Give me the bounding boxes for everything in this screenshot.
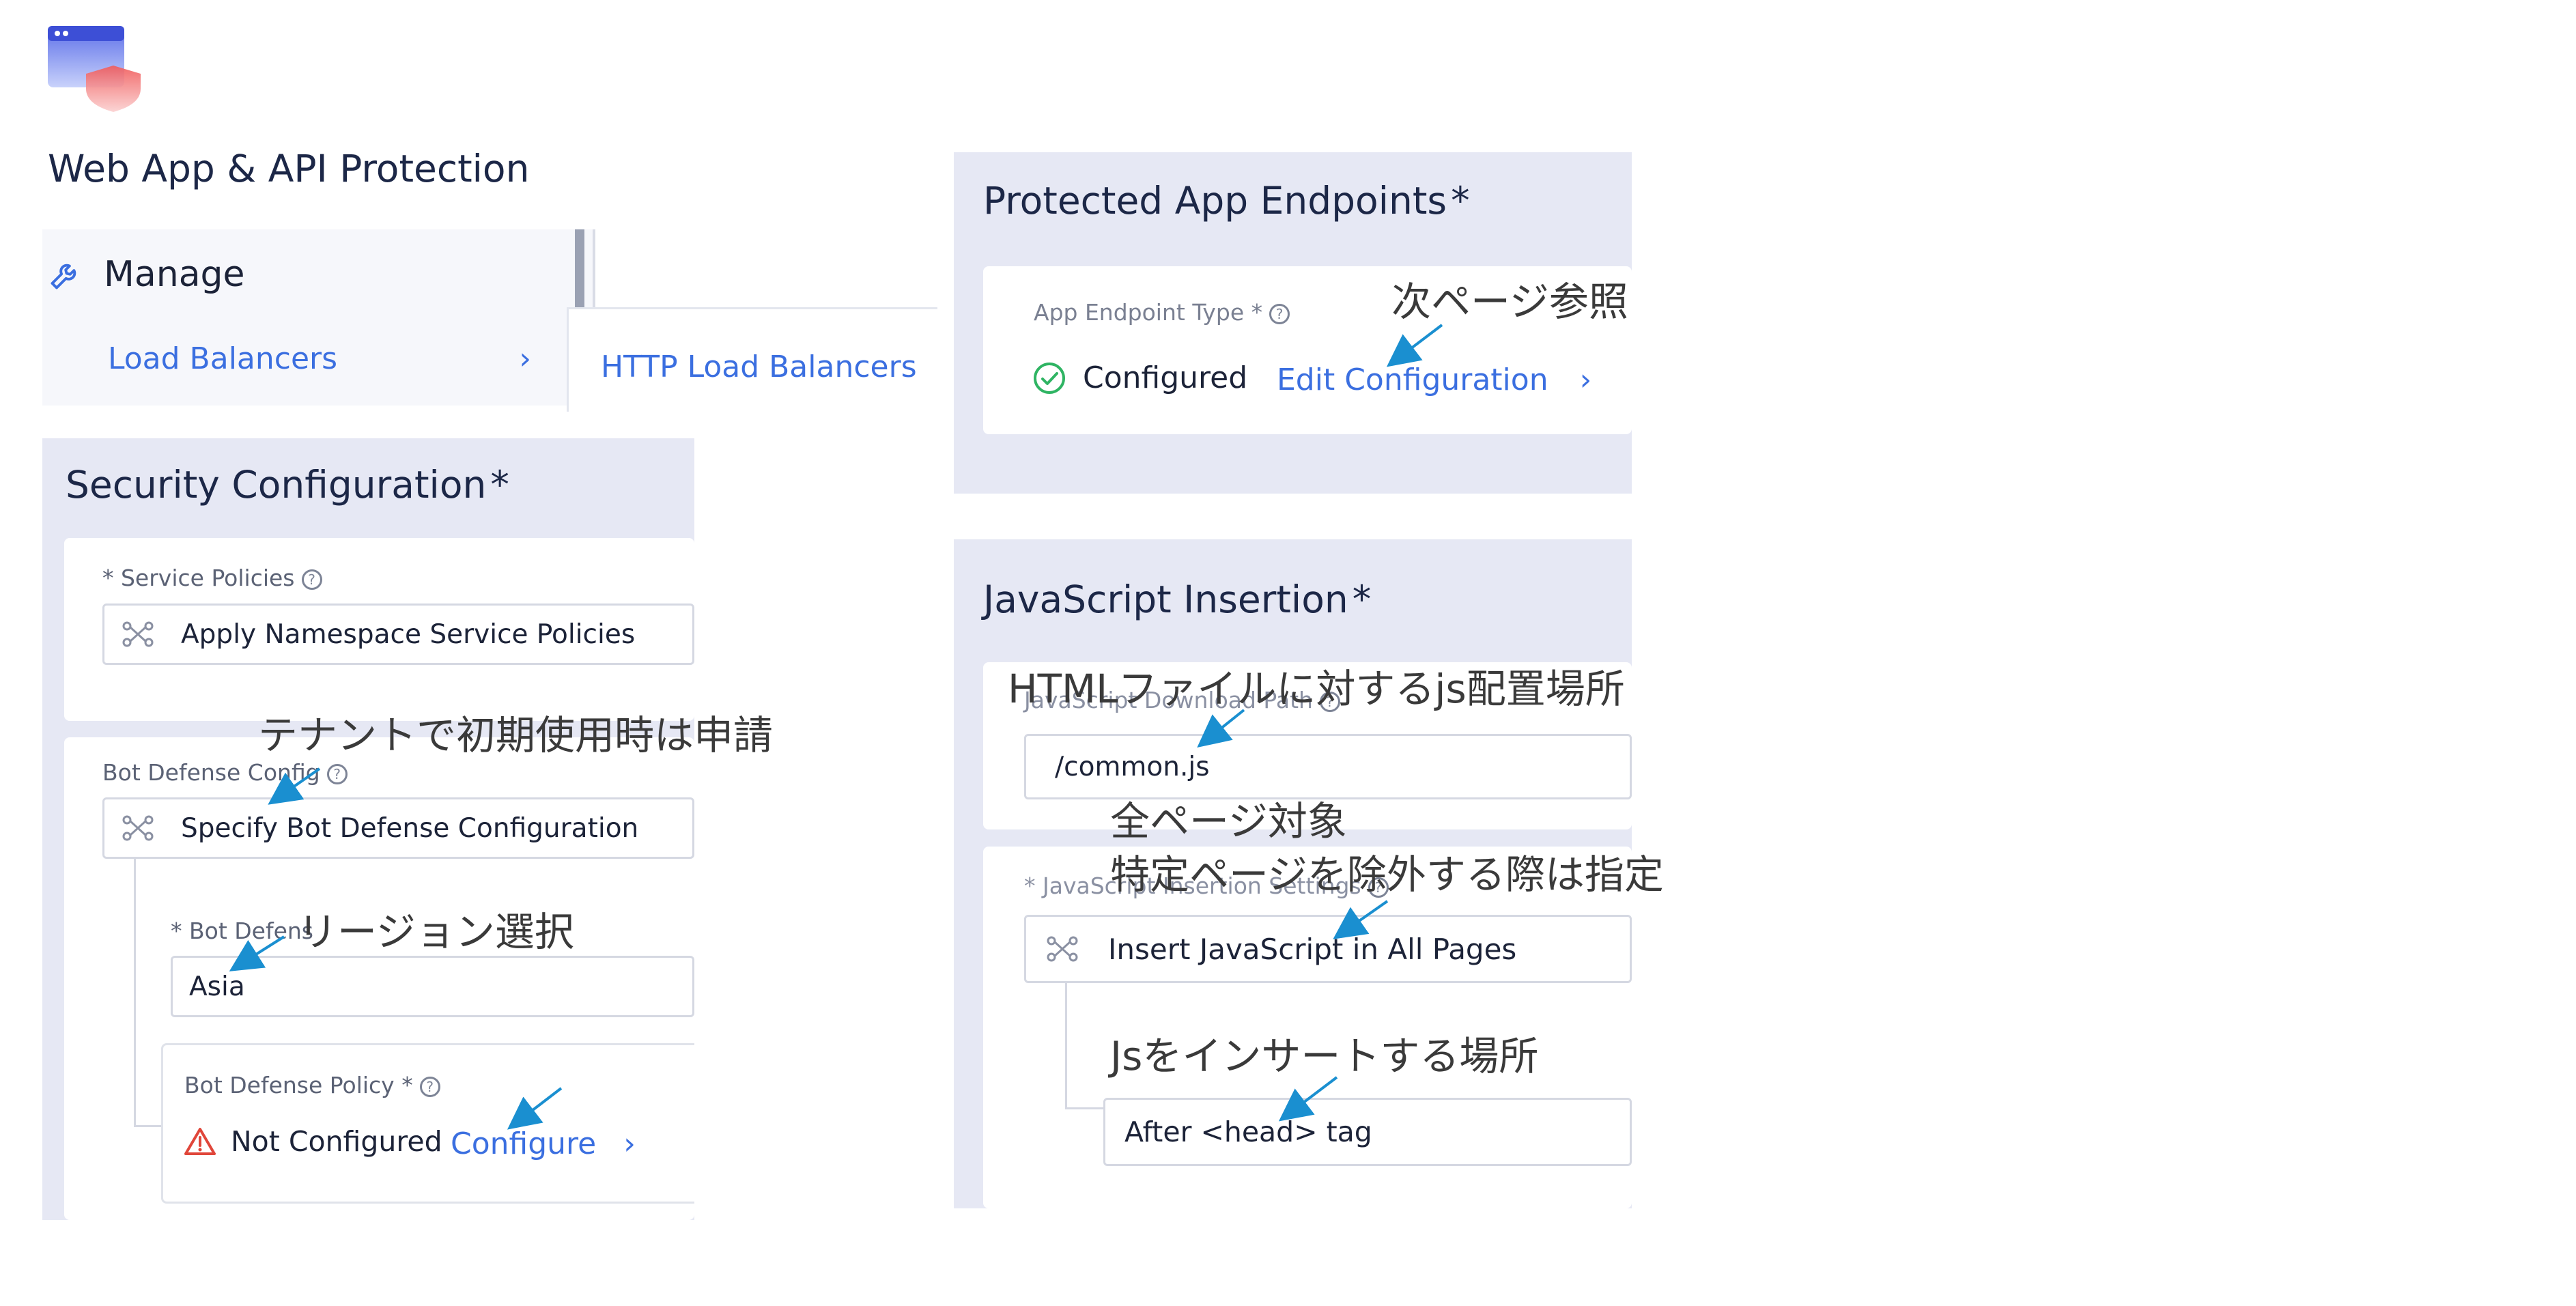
- arrow-region-select: [229, 935, 285, 971]
- callout-arrows: [229, 324, 1443, 1130]
- arrow-tenant-apply: [268, 767, 321, 805]
- arrow-configure: [507, 1087, 563, 1130]
- arrow-js-location: [1197, 709, 1245, 748]
- arrow-all-pages: [1333, 900, 1389, 939]
- arrow-next-page: [1386, 324, 1443, 367]
- arrow-insert-location: [1278, 1076, 1338, 1122]
